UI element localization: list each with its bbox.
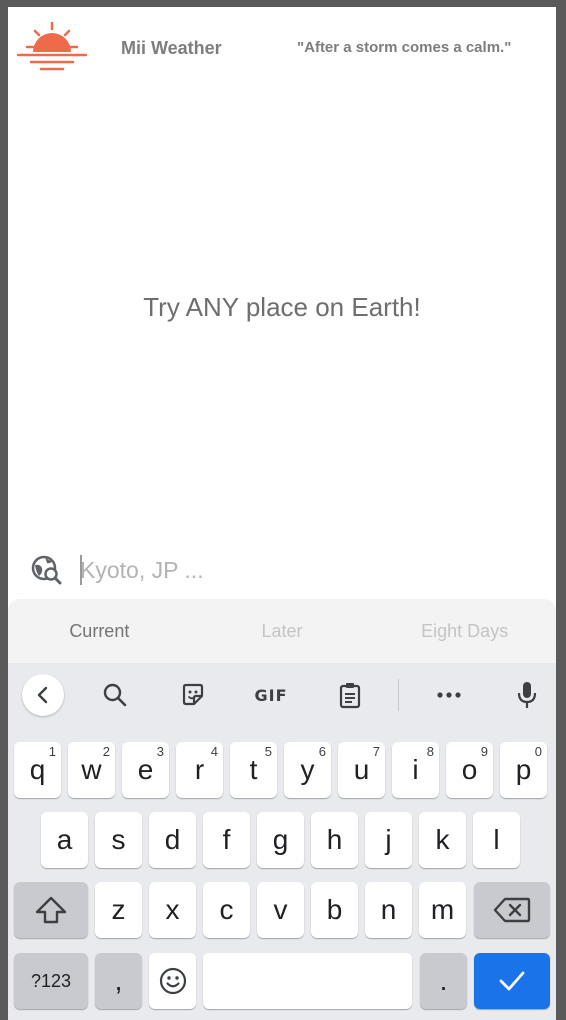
comma-key[interactable]: , <box>95 953 142 1009</box>
key-o[interactable]: o9 <box>446 742 493 798</box>
key-l[interactable]: l <box>473 812 520 868</box>
text-cursor <box>80 555 82 585</box>
key-h[interactable]: h <box>311 812 358 868</box>
key-d[interactable]: d <box>149 812 196 868</box>
backspace-key[interactable] <box>474 882 550 938</box>
key-m[interactable]: m <box>419 882 466 938</box>
key-e[interactable]: e3 <box>122 742 169 798</box>
soft-keyboard: GIF q1 w2 e3 r4 t5 y6 u7 i8 o9 p0 a s d … <box>8 663 556 1020</box>
keyboard-toolbar: GIF <box>8 663 556 727</box>
key-j[interactable]: j <box>365 812 412 868</box>
space-key[interactable] <box>203 953 412 1009</box>
app-screen: Mii Weather "After a storm comes a calm.… <box>8 7 556 1020</box>
key-w[interactable]: w2 <box>68 742 115 798</box>
period-key[interactable]: . <box>420 953 467 1009</box>
tab-current[interactable]: Current <box>8 599 191 663</box>
key-f[interactable]: f <box>203 812 250 868</box>
clipboard-icon[interactable] <box>330 675 370 715</box>
key-v[interactable]: v <box>257 882 304 938</box>
emoji-key[interactable] <box>149 953 196 1009</box>
tab-later[interactable]: Later <box>191 599 374 663</box>
key-g[interactable]: g <box>257 812 304 868</box>
shift-key[interactable] <box>14 882 88 938</box>
backspace-icon <box>493 897 531 923</box>
search-input[interactable] <box>80 551 510 589</box>
search-bar <box>8 539 556 599</box>
key-a[interactable]: a <box>41 812 88 868</box>
key-r[interactable]: r4 <box>176 742 223 798</box>
back-chevron-icon[interactable] <box>22 674 64 716</box>
forecast-tabs: Current Later Eight Days <box>8 599 556 663</box>
key-b[interactable]: b <box>311 882 358 938</box>
enter-key[interactable] <box>474 953 550 1009</box>
key-z[interactable]: z <box>95 882 142 938</box>
key-s[interactable]: s <box>95 812 142 868</box>
header-quote: "After a storm comes a calm." <box>297 39 512 56</box>
travel-explore-icon[interactable] <box>30 553 62 585</box>
app-header: Mii Weather "After a storm comes a calm.… <box>8 7 556 87</box>
key-t[interactable]: t5 <box>230 742 277 798</box>
hero-text: Try ANY place on Earth! <box>143 292 421 322</box>
sunset-logo-icon <box>17 21 87 71</box>
key-u[interactable]: u7 <box>338 742 385 798</box>
more-icon[interactable] <box>429 675 469 715</box>
key-k[interactable]: k <box>419 812 466 868</box>
app-title: Mii Weather <box>121 38 222 58</box>
key-y[interactable]: y6 <box>284 742 331 798</box>
tab-eight-days[interactable]: Eight Days <box>373 599 556 663</box>
microphone-icon[interactable] <box>507 675 547 715</box>
checkmark-icon <box>499 971 525 991</box>
key-x[interactable]: x <box>149 882 196 938</box>
search-icon[interactable] <box>95 675 135 715</box>
shift-icon <box>35 896 67 924</box>
key-q[interactable]: q1 <box>14 742 61 798</box>
key-n[interactable]: n <box>365 882 412 938</box>
key-p[interactable]: p0 <box>500 742 547 798</box>
sticker-icon[interactable] <box>173 675 213 715</box>
key-c[interactable]: c <box>203 882 250 938</box>
symbols-key[interactable]: ?123 <box>14 953 88 1009</box>
emoji-icon <box>159 967 186 995</box>
gif-icon[interactable]: GIF <box>251 675 291 715</box>
toolbar-divider <box>398 679 399 711</box>
key-i[interactable]: i8 <box>392 742 439 798</box>
